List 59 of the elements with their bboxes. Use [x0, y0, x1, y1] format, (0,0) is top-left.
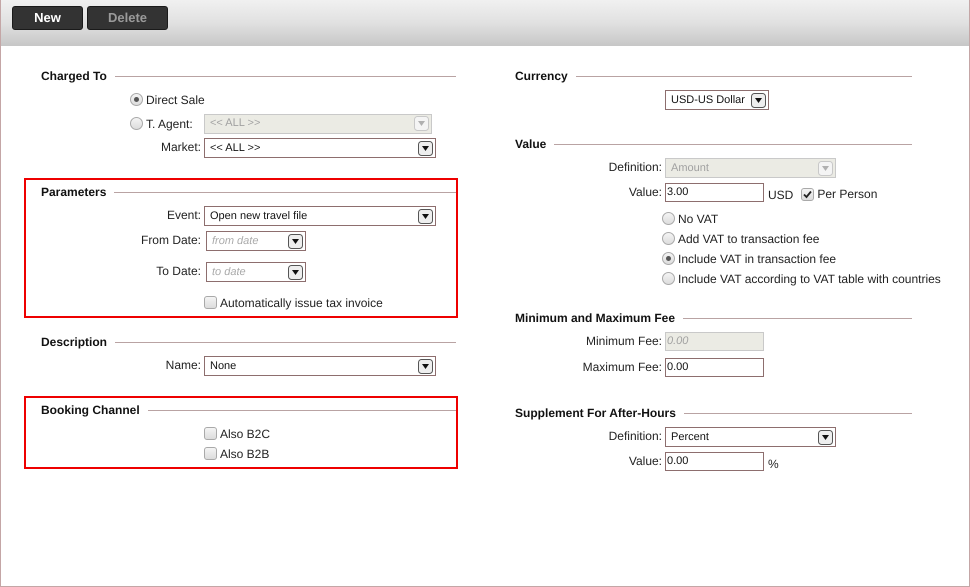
radio-button[interactable]	[662, 212, 675, 225]
checkbox[interactable]	[801, 188, 814, 200]
select-dropdown[interactable]: Open new travel file	[204, 206, 436, 226]
text-field[interactable]: 0.00	[665, 452, 764, 471]
text-field[interactable]: 0.00	[665, 358, 764, 377]
radio-button[interactable]	[130, 93, 143, 106]
section-title: Currency	[515, 68, 568, 85]
section-title: Value	[515, 136, 546, 153]
radio-button[interactable]	[130, 117, 143, 130]
section-title: Minimum and Maximum Fee	[515, 310, 676, 327]
field-label: Definition:	[608, 428, 662, 445]
text-field[interactable]: 3.00	[665, 183, 764, 202]
field-label: Name:	[166, 357, 201, 374]
caret-icon	[288, 264, 303, 280]
section-title: Charged To	[41, 68, 107, 85]
radio-label: Add VAT to transaction fee	[678, 230, 820, 248]
checkbox-label: Also B2C	[220, 426, 270, 442]
section-title: Description	[41, 334, 108, 351]
caret-icon	[288, 234, 303, 248]
select-dropdown[interactable]: << ALL >>	[204, 138, 436, 158]
toolbar-button[interactable]: New	[12, 6, 83, 30]
radio-label: T. Agent:	[146, 116, 193, 132]
unit-label: %	[768, 456, 779, 473]
radio-label: Include VAT according to VAT table with countries	[678, 270, 941, 288]
select-dropdown[interactable]: None	[204, 356, 436, 376]
caret-icon	[418, 140, 433, 156]
select-dropdown[interactable]: Percent	[665, 427, 836, 447]
field-label: Market:	[160, 139, 201, 156]
checkbox-label: Automatically issue tax invoice	[220, 294, 383, 312]
caret-icon	[414, 116, 429, 131]
radio-label: Include VAT in transaction fee	[678, 250, 836, 268]
field-label: Value:	[628, 453, 662, 470]
unit-label: USD	[768, 187, 794, 204]
section-title: Supplement For After-Hours	[515, 405, 676, 422]
caret-icon	[418, 358, 433, 374]
checkbox-label: Per Person	[817, 186, 878, 203]
checkbox[interactable]	[204, 447, 217, 460]
radio-label: No VAT	[678, 210, 718, 228]
radio-button[interactable]	[662, 272, 675, 285]
checkbox[interactable]	[204, 296, 217, 309]
radio-button[interactable]	[662, 252, 675, 265]
section-title: Parameters	[41, 184, 106, 201]
section-title: Booking Channel	[41, 402, 140, 419]
caret-icon	[750, 92, 766, 108]
caret-icon	[818, 160, 833, 176]
field-label: Maximum Fee:	[582, 359, 662, 376]
field-label: From Date:	[140, 232, 201, 249]
caret-icon	[418, 208, 433, 224]
field-label: Value:	[628, 184, 662, 201]
radio-label: Direct Sale	[146, 92, 205, 108]
field-label: Minimum Fee:	[586, 333, 662, 350]
checkbox[interactable]	[204, 427, 217, 440]
field-label: To Date:	[156, 263, 201, 280]
radio-button[interactable]	[662, 232, 675, 245]
select-dropdown[interactable]: USD-US Dollar	[665, 90, 769, 110]
checkbox-label: Also B2B	[220, 446, 270, 462]
field-label: Event:	[166, 207, 201, 224]
field-label: Definition:	[608, 159, 662, 176]
caret-icon	[818, 430, 833, 444]
